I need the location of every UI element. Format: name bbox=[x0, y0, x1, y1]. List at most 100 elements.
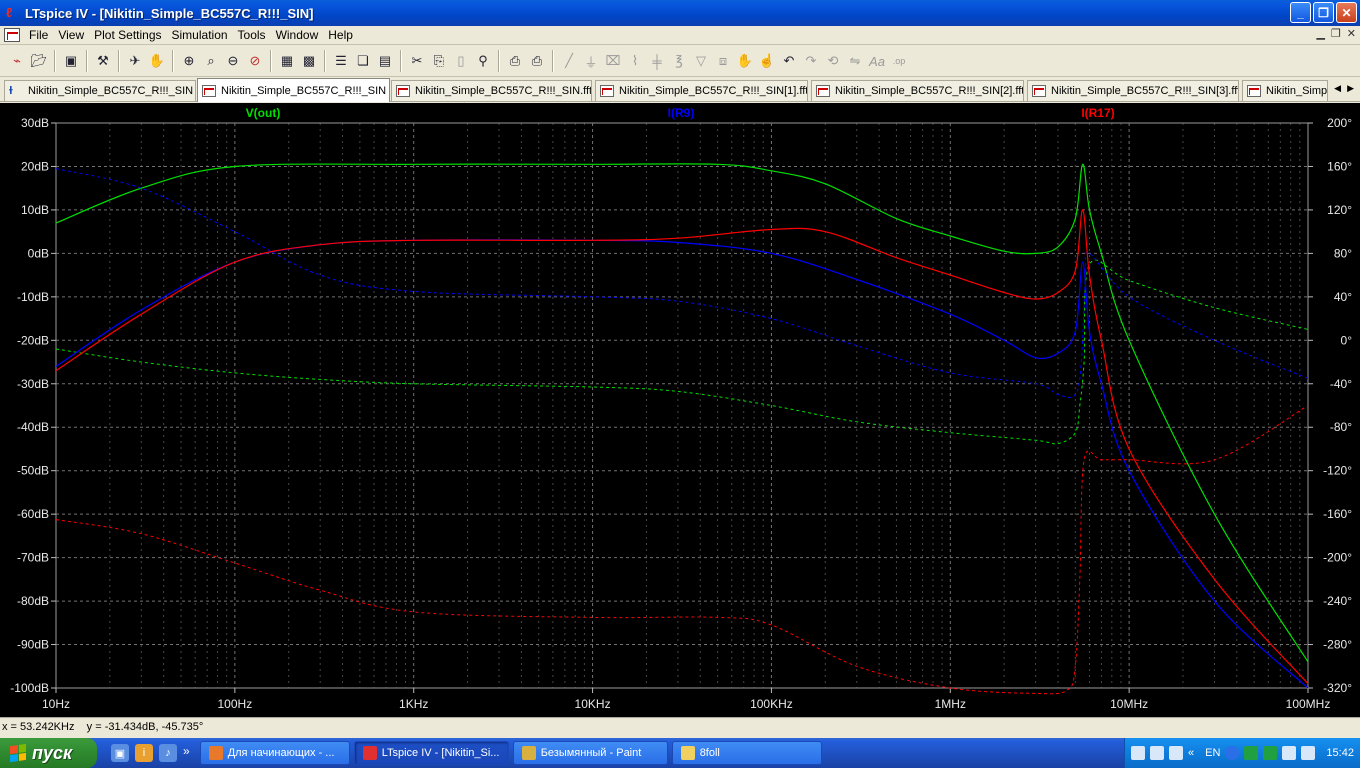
menu-view[interactable]: View bbox=[53, 28, 89, 42]
tab-fft-3[interactable]: Nikitin_Simple_BC557C_R!!!_SIN[3].fft bbox=[1027, 80, 1239, 101]
menu-file[interactable]: File bbox=[24, 28, 53, 42]
trace-label-v-out[interactable]: V(out) bbox=[246, 106, 281, 120]
tab-more[interactable]: Nikitin_Simp bbox=[1242, 80, 1328, 101]
tray-monitor-icon[interactable] bbox=[1169, 746, 1183, 760]
cascade-icon[interactable]: ❏ bbox=[352, 50, 374, 72]
maximize-button[interactable]: ❐ bbox=[1313, 2, 1334, 23]
close-button[interactable]: ✕ bbox=[1336, 2, 1357, 23]
trace-label-i-r17[interactable]: I(R17) bbox=[1081, 106, 1114, 120]
y2-tick-label: -160° bbox=[1323, 507, 1352, 521]
wire-icon[interactable]: ╱ bbox=[558, 50, 580, 72]
zoom-out-icon[interactable]: ⊖ bbox=[222, 50, 244, 72]
undo-icon[interactable]: ↶ bbox=[778, 50, 800, 72]
trace-i-r9-magnitude[interactable] bbox=[55, 239, 1309, 689]
rotate-icon[interactable]: ⟲ bbox=[822, 50, 844, 72]
halt-hand-icon[interactable]: ✋ bbox=[146, 50, 168, 72]
tray-app-icon[interactable] bbox=[1131, 746, 1145, 760]
tile-horizontal-icon[interactable]: ☰ bbox=[330, 50, 352, 72]
quicklaunch-expand-icon[interactable]: » bbox=[183, 744, 190, 762]
open-folder-icon[interactable]: 📂︎ bbox=[28, 50, 50, 72]
waveform-icon bbox=[816, 85, 830, 97]
waveform-icon bbox=[1247, 85, 1261, 97]
trace-label-i-r9[interactable]: I(R9) bbox=[668, 106, 695, 120]
mdi-minimize-icon[interactable]: ▁ bbox=[1316, 27, 1324, 40]
label-net-icon[interactable]: ⌧ bbox=[602, 50, 624, 72]
y2-tick-label: -120° bbox=[1323, 464, 1352, 478]
tab-scroll-left-icon[interactable]: ◀ bbox=[1334, 83, 1341, 94]
menu-simulation[interactable]: Simulation bbox=[167, 28, 233, 42]
plot-svg[interactable]: 30dB 20dB 10dB 0dB -10dB -20dB -30dB -40dB -50dB… bbox=[0, 103, 1360, 717]
trace-i-r17-magnitude[interactable] bbox=[55, 209, 1309, 685]
new-schematic-icon[interactable]: ⌁ bbox=[6, 50, 28, 72]
taskbar-button-folder[interactable]: 8foll bbox=[671, 741, 822, 765]
plot-window-icon[interactable] bbox=[4, 28, 20, 42]
tab-fft[interactable]: Nikitin_Simple_BC557C_R!!!_SIN.fft bbox=[391, 80, 592, 101]
trace-i-r9-phase[interactable] bbox=[55, 168, 1309, 398]
tray-network-icon[interactable] bbox=[1150, 746, 1164, 760]
taskbar-button-ltspice[interactable]: LTspice IV - [Nikitin_Si... bbox=[353, 741, 509, 765]
taskbar-button-browser[interactable]: Для начинающих - ... bbox=[199, 741, 350, 765]
print-setup-icon[interactable]: ⎙ bbox=[504, 50, 526, 72]
tab-schematic[interactable]: ɫ Nikitin_Simple_BC557C_R!!!_SIN bbox=[4, 80, 196, 101]
pan-icon[interactable]: ⌕ bbox=[200, 50, 222, 72]
redo-icon[interactable]: ↷ bbox=[800, 50, 822, 72]
capacitor-icon[interactable]: ╪ bbox=[646, 50, 668, 72]
waveform-plot[interactable]: 30dB 20dB 10dB 0dB -10dB -20dB -30dB -40dB -50dB… bbox=[0, 103, 1360, 717]
quicklaunch-app-icon[interactable]: ♪ bbox=[159, 744, 177, 762]
tray-misc-icon[interactable] bbox=[1301, 746, 1316, 760]
inductor-icon[interactable]: ℥ bbox=[668, 50, 690, 72]
tile-vertical-icon[interactable]: ▤ bbox=[374, 50, 396, 72]
tab-scroll-right-icon[interactable]: ▶ bbox=[1347, 83, 1354, 94]
find-icon[interactable]: ⚲ bbox=[472, 50, 494, 72]
diode-icon[interactable]: ▽ bbox=[690, 50, 712, 72]
autorange-icon[interactable]: ▦ bbox=[276, 50, 298, 72]
menu-plot-settings[interactable]: Plot Settings bbox=[89, 28, 166, 42]
pick-visible-traces-icon[interactable]: ▩ bbox=[298, 50, 320, 72]
tray-expand-icon[interactable]: « bbox=[1188, 747, 1194, 759]
run-icon[interactable]: ✈ bbox=[124, 50, 146, 72]
taskbar-button-paint[interactable]: Безымянный - Paint bbox=[512, 741, 668, 765]
component-icon[interactable]: ⧈ bbox=[712, 50, 734, 72]
spice-directive-icon[interactable]: .op bbox=[888, 50, 910, 72]
tab-label: Nikitin_Simple_BC557C_R!!!_SIN bbox=[28, 85, 194, 97]
tab-plot-active[interactable]: Nikitin_Simple_BC557C_R!!!_SIN bbox=[197, 78, 390, 102]
show-desktop-icon[interactable]: ▣ bbox=[111, 744, 129, 762]
move-hand-icon[interactable]: ✋ bbox=[734, 50, 756, 72]
quicklaunch-info-icon[interactable]: i bbox=[135, 744, 153, 762]
cut-icon[interactable]: ✂ bbox=[406, 50, 428, 72]
tray-arrow-icon[interactable] bbox=[1225, 746, 1240, 760]
paste-icon[interactable]: ▯ bbox=[450, 50, 472, 72]
taskbar: пуск ▣ i ♪ » Для начинающих - ... LTspic… bbox=[0, 738, 1360, 768]
menu-help[interactable]: Help bbox=[323, 28, 358, 42]
y2-tick-label: 80° bbox=[1334, 246, 1352, 260]
resistor-icon[interactable]: ⌇ bbox=[624, 50, 646, 72]
schematic-icon: ɫ bbox=[9, 85, 13, 97]
drag-hand-icon[interactable]: ☝ bbox=[756, 50, 778, 72]
menu-window[interactable]: Window bbox=[271, 28, 324, 42]
text-icon[interactable]: Aa bbox=[866, 50, 888, 72]
control-panel-icon[interactable]: ⚒ bbox=[92, 50, 114, 72]
tray-volume-icon[interactable] bbox=[1282, 746, 1297, 760]
language-indicator[interactable]: EN bbox=[1205, 747, 1220, 759]
tab-fft-1[interactable]: Nikitin_Simple_BC557C_R!!!_SIN[1].fft bbox=[595, 80, 808, 101]
zoom-in-icon[interactable]: ⊕ bbox=[178, 50, 200, 72]
zoom-cancel-icon[interactable]: ⊘ bbox=[244, 50, 266, 72]
tray-h-icon[interactable] bbox=[1244, 746, 1259, 760]
save-icon[interactable]: ▣ bbox=[60, 50, 82, 72]
trace-i-r17-phase[interactable] bbox=[55, 405, 1309, 695]
tray-green-icon[interactable] bbox=[1263, 746, 1278, 760]
mdi-close-icon[interactable]: ✕ bbox=[1347, 27, 1356, 40]
ground-icon[interactable]: ⏚ bbox=[580, 50, 602, 72]
mdi-restore-icon[interactable]: ❐ bbox=[1331, 27, 1341, 40]
system-tray: « EN 15:42 bbox=[1124, 738, 1360, 768]
mirror-icon[interactable]: ⇋ bbox=[844, 50, 866, 72]
minimize-button[interactable]: _ bbox=[1290, 2, 1311, 23]
trace-v-out-phase[interactable] bbox=[55, 259, 1309, 445]
menu-tools[interactable]: Tools bbox=[233, 28, 271, 42]
tab-fft-2[interactable]: Nikitin_Simple_BC557C_R!!!_SIN[2].fft bbox=[811, 80, 1024, 101]
folder-icon bbox=[680, 746, 695, 760]
print-icon[interactable]: ⎙ bbox=[526, 50, 548, 72]
start-button[interactable]: пуск bbox=[0, 738, 97, 768]
ltspice-app-icon[interactable]: ℓ bbox=[6, 6, 20, 20]
copy-icon[interactable]: ⎘ bbox=[428, 50, 450, 72]
